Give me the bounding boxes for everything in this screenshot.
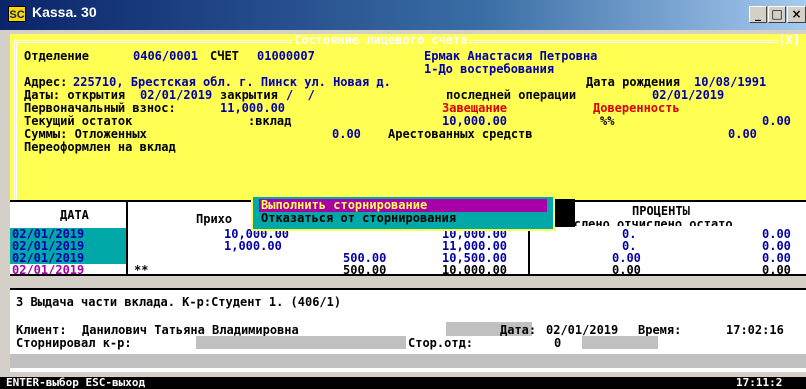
reissued-label: Переоформлен на вклад (24, 140, 176, 154)
arrest-value: 0.00 (728, 127, 757, 141)
date-label: Дата: (500, 323, 537, 337)
popup-shadow (555, 199, 575, 227)
account-number: 01000007 (257, 49, 315, 63)
department-value: 0406/0001 (133, 49, 199, 63)
storno-cashier-field[interactable] (196, 336, 406, 349)
info-footer-bar (10, 354, 806, 368)
clock: 17:11:2 (736, 376, 783, 389)
percent-value: 0.00 (762, 114, 791, 128)
app-icon: SC (8, 6, 26, 22)
operation-description: 3 Выдача части вклада. К-р:Студент 1. (4… (16, 295, 342, 309)
percent-label: %% (600, 114, 615, 128)
key-hints: ENTER-выбор ESC-выход (6, 376, 146, 389)
account-state-panel: Состояние лицевого счета [X] Отделение 0… (10, 34, 806, 202)
operation-info-panel: 3 Выдача части вклада. К-р:Студент 1. (4… (10, 288, 806, 372)
close-button[interactable]: × (787, 6, 806, 23)
arrest-label: Арестованных средств (388, 127, 533, 141)
minimize-button[interactable]: _ (749, 6, 767, 23)
close-date: / / (286, 88, 315, 102)
table-row[interactable]: 02/01/2019 1,000.00 11,000.00 0. 0.00 (10, 240, 806, 253)
column-divider (528, 226, 530, 274)
balance-type: :вклад (248, 114, 292, 128)
deferred-value: 0.00 (332, 127, 361, 141)
info-top-line (10, 288, 806, 290)
table-bottom-line (10, 274, 806, 276)
transactions-table: 02/01/2019 10,000.00 10,000.00 0. 0.00 0… (10, 226, 806, 277)
panel-close-mark[interactable]: [X] (778, 34, 800, 47)
department-label: Отделение (24, 49, 90, 63)
storno-menu: Выполнить сторнирование Отказаться от ст… (251, 195, 555, 231)
column-divider (126, 202, 128, 274)
column-date: ДАТА (60, 208, 89, 222)
account-label: СЧЕТ (210, 49, 239, 63)
storno-dept-label: Стор.отд: (408, 336, 474, 350)
table-row[interactable]: 02/01/2019 500.00 10,500.00 0.00 0.00 (10, 252, 806, 265)
account-type: 1-До востребования (424, 62, 555, 76)
maximize-button[interactable]: □ (768, 6, 786, 23)
storno-dept-value: 0 (554, 336, 562, 350)
storno-dept-field[interactable] (582, 336, 658, 349)
storno-cashier-label: Сторнировал к-р: (16, 336, 132, 350)
title-bar: SC Kassa. 30 _ □ × (0, 0, 806, 30)
window-title: Kassa. 30 (32, 4, 97, 20)
panel-title: Состояние лицевого счета (292, 33, 470, 47)
status-bar: ENTER-выбор ESC-выход 17:11:2 (0, 377, 806, 389)
time-value: 17:02:16 (726, 323, 784, 337)
cancel-storno-option[interactable]: Отказаться от сторнирования (259, 212, 547, 225)
column-income: Прихо (196, 212, 233, 226)
